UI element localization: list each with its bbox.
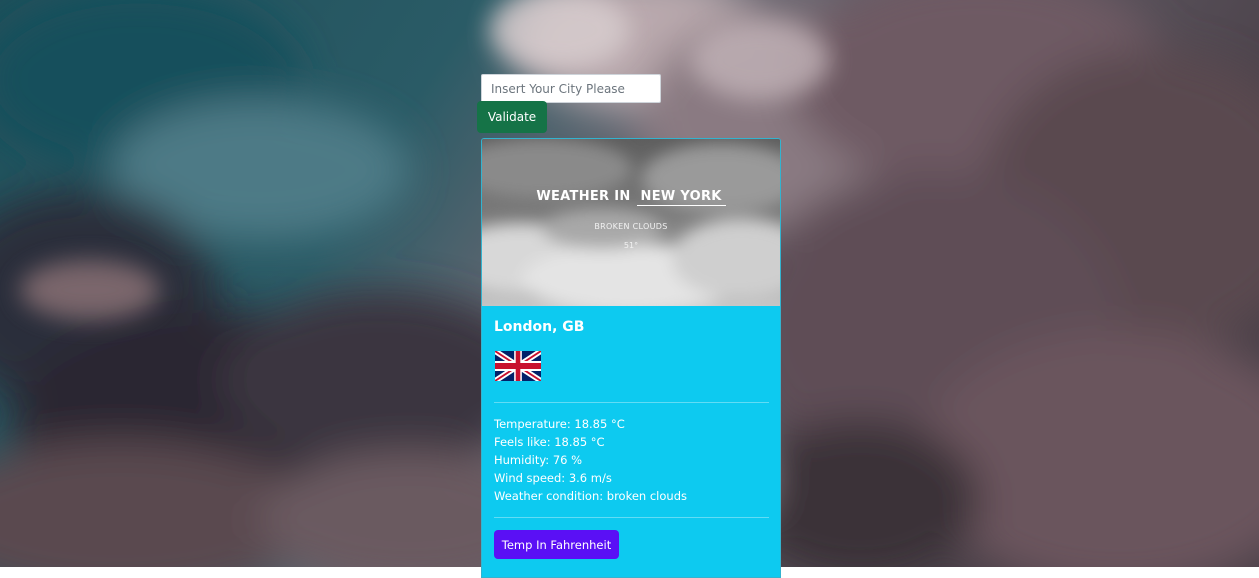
location-title: London, GB [494, 319, 585, 335]
banner-temperature: 51° [623, 241, 639, 250]
uk-flag-icon [495, 351, 541, 381]
divider [494, 402, 769, 403]
weather-details: Temperature: 18.85 °C Feels like: 18.85 … [494, 415, 687, 505]
weather-banner-image: WEATHER IN NEW YORK BROKEN CLOUDS 51° [482, 139, 780, 306]
banner-city: NEW YORK [636, 189, 726, 206]
fahrenheit-toggle-button[interactable]: Temp In Fahrenheit [494, 530, 619, 559]
weather-condition-detail: Weather condition: broken clouds [494, 489, 687, 503]
feels-like-detail: Feels like: 18.85 °C [494, 435, 605, 449]
city-search-input[interactable] [481, 74, 661, 103]
wind-speed-detail: Wind speed: 3.6 m/s [494, 471, 612, 485]
weather-card: WEATHER IN NEW YORK BROKEN CLOUDS 51° Lon… [481, 138, 781, 578]
temperature-detail: Temperature: 18.85 °C [494, 417, 625, 431]
banner-title: WEATHER IN NEW YORK [482, 189, 780, 206]
banner-condition: BROKEN CLOUDS [594, 222, 668, 231]
banner-prefix: WEATHER IN [536, 189, 631, 204]
humidity-detail: Humidity: 76 % [494, 453, 583, 467]
validate-button[interactable]: Validate [477, 101, 547, 133]
divider [494, 517, 769, 518]
